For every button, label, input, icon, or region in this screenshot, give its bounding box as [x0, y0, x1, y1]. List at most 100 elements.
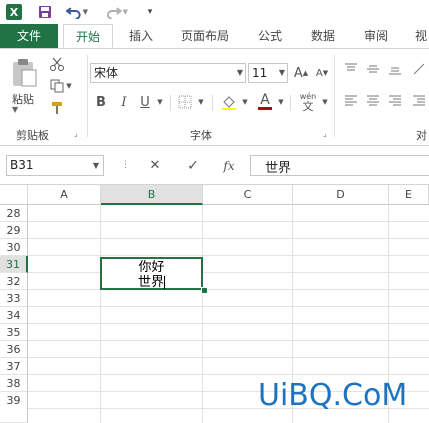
active-cell-b31[interactable]: 你好 世界 [100, 257, 203, 290]
borders-dropdown-icon[interactable]: ▼ [196, 93, 206, 111]
divider [170, 95, 171, 111]
tab-review[interactable]: 审阅 [364, 24, 388, 48]
customize-qat-icon[interactable]: ▾ [144, 3, 156, 21]
name-box-value: B31 [10, 158, 34, 172]
grow-font-icon[interactable]: A ▲ [292, 63, 310, 83]
chevron-down-icon: ▼ [92, 161, 99, 170]
row-header[interactable]: 39 [0, 392, 28, 423]
row-header[interactable]: 29 [0, 222, 28, 239]
formula-input[interactable]: 世界 [250, 155, 429, 176]
fill-handle[interactable] [201, 287, 208, 294]
font-name-combo[interactable]: 宋体 ▼ [90, 63, 246, 83]
formula-bar: B31 ▼ ⋮ ✕ ✓ fx 世界 [0, 146, 429, 185]
gridline [28, 374, 429, 375]
font-launcher-icon[interactable]: ⌟ [323, 129, 327, 138]
row-header[interactable]: 32 [0, 273, 28, 290]
gridline [28, 272, 429, 273]
fill-color-dropdown-icon[interactable]: ▼ [240, 93, 250, 111]
group-divider [87, 55, 88, 137]
tab-home[interactable]: 开始 [63, 24, 113, 48]
row-header[interactable]: 30 [0, 239, 28, 256]
borders-icon[interactable] [176, 93, 194, 111]
phonetic-dropdown-icon[interactable]: ▼ [320, 93, 330, 111]
column-header-c[interactable]: C [203, 185, 293, 205]
orientation-icon[interactable] [410, 61, 428, 77]
fill-color-icon[interactable] [220, 93, 238, 111]
font-color-dropdown-icon[interactable]: ▼ [276, 93, 286, 111]
redo-icon[interactable]: ▼ [106, 3, 128, 21]
column-header-d[interactable]: D [293, 185, 389, 205]
font-size-combo[interactable]: 11 ▼ [248, 63, 288, 83]
column-header-a[interactable]: A [28, 185, 101, 205]
tab-data[interactable]: 数据 [311, 24, 335, 48]
gridline [28, 306, 429, 307]
row-header[interactable]: 38 [0, 375, 28, 392]
gridline [28, 238, 429, 239]
copy-icon[interactable]: ▼ [48, 77, 74, 95]
enter-button[interactable]: ✓ [182, 155, 204, 176]
cell-text-line: 世界 [137, 275, 165, 290]
tab-view[interactable]: 视 [415, 24, 427, 48]
clipboard-group-label: 剪贴板 [16, 129, 49, 142]
column-header-e[interactable]: E [389, 185, 429, 205]
clipboard-launcher-icon[interactable]: ⌟ [74, 129, 78, 138]
divider [290, 95, 291, 111]
underline-button[interactable]: U [136, 93, 154, 111]
align-top-icon[interactable] [342, 61, 360, 77]
row-header[interactable]: 33 [0, 290, 28, 307]
group-divider [334, 55, 335, 137]
paste-icon[interactable] [8, 57, 40, 89]
worksheet-grid[interactable]: A B C D E 28 29 30 31 32 33 34 35 36 37 … [0, 185, 429, 423]
gridline [28, 221, 429, 222]
tab-file[interactable]: 文件 [0, 24, 58, 48]
italic-button[interactable]: I [115, 93, 133, 111]
gridline [28, 357, 429, 358]
align-bottom-icon[interactable] [386, 61, 404, 77]
insert-function-button[interactable]: fx [218, 155, 240, 176]
tab-insert[interactable]: 插入 [129, 24, 153, 48]
formula-bar-grip-icon: ⋮ [121, 160, 130, 170]
row-header-selected[interactable]: 31 [0, 256, 28, 273]
save-icon[interactable] [36, 3, 54, 21]
row-header[interactable]: 37 [0, 358, 28, 375]
row-header[interactable]: 35 [0, 324, 28, 341]
bold-button[interactable]: B [92, 93, 110, 111]
paste-dropdown-icon[interactable]: ▼ [12, 105, 18, 114]
ribbon: 粘贴 ▼ ▼ 剪贴板 ⌟ 宋体 ▼ 11 ▼ A ▲ A ▼ B I U ▼ ▼ ▼… [0, 49, 429, 146]
font-group-label: 字体 [190, 129, 212, 142]
row-header[interactable]: 36 [0, 341, 28, 358]
font-color-swatch [258, 106, 272, 110]
column-header-b[interactable]: B [101, 185, 203, 205]
tab-page-layout[interactable]: 页面布局 [181, 24, 229, 48]
format-painter-icon[interactable] [48, 99, 66, 117]
tab-formulas[interactable]: 公式 [258, 24, 282, 48]
gridline [28, 323, 429, 324]
chevron-down-icon: ▼ [278, 68, 285, 77]
underline-dropdown-icon[interactable]: ▼ [154, 93, 166, 111]
indent-icon[interactable] [410, 93, 428, 109]
gridline [28, 340, 429, 341]
undo-icon[interactable]: ▼ [66, 3, 88, 21]
font-size-value: 11 [252, 66, 268, 80]
cell-text-line: 你好 [138, 260, 165, 275]
gridline [28, 255, 429, 256]
row-header[interactable]: 34 [0, 307, 28, 324]
gridline [202, 205, 203, 423]
name-box[interactable]: B31 ▼ [6, 155, 104, 176]
quick-access-toolbar: X ▼ ▼ ▾ [0, 0, 429, 24]
align-middle-icon[interactable] [364, 61, 382, 77]
phonetic-guide-icon[interactable]: wén 文 [296, 91, 320, 113]
row-header[interactable]: 28 [0, 205, 28, 222]
font-color-icon[interactable]: A [256, 91, 274, 111]
watermark-text: UiBQ.CoM [258, 378, 408, 413]
divider [212, 95, 213, 111]
align-left-icon[interactable] [342, 93, 360, 109]
chevron-down-icon: ▼ [236, 68, 243, 77]
select-all-corner[interactable] [0, 185, 28, 205]
cut-icon[interactable] [48, 55, 66, 73]
align-right-icon[interactable] [386, 93, 404, 109]
shrink-font-icon[interactable]: A ▼ [313, 63, 331, 83]
gridline [28, 289, 429, 290]
cancel-entry-button[interactable]: ✕ [144, 155, 166, 176]
align-center-icon[interactable] [364, 93, 382, 109]
